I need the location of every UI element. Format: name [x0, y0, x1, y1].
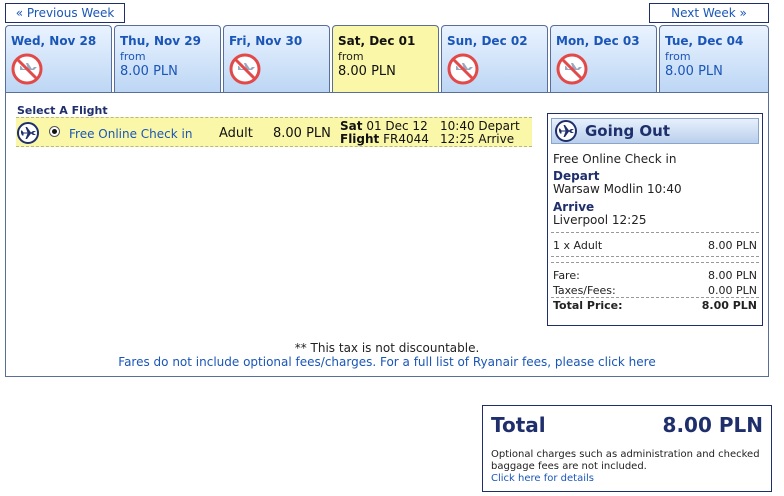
next-week-button[interactable]: Next Week »: [649, 3, 769, 23]
tax-note: ** This tax is not discountable.: [294, 341, 480, 355]
fare-price: 8.00 PLN: [273, 126, 331, 141]
ryanair-fees-link[interactable]: Fares do not include optional fees/charg…: [6, 355, 768, 369]
flight-option-row[interactable]: Free Online Check in Adult 8.00 PLN Sat …: [16, 117, 532, 147]
flight-number: Flight FR4044: [340, 133, 429, 146]
day-price: 8.00 PLN: [665, 64, 723, 79]
summary-depart-label: Depart: [553, 169, 600, 183]
day-from-label: from: [665, 50, 691, 63]
day-label: Wed, Nov 28: [11, 34, 97, 48]
flight-label: Flight: [340, 132, 380, 146]
no-flights-icon: [229, 53, 261, 85]
arrive-time-value: 12:25: [440, 132, 475, 146]
fare-name-link[interactable]: Free Online Check in: [69, 127, 192, 141]
summary-fare-row: Fare: 8.00 PLN: [553, 269, 757, 282]
day-tab-tue-dec-04[interactable]: Tue, Dec 04 from 8.00 PLN: [659, 25, 769, 93]
no-flights-icon: [447, 53, 479, 85]
day-price: 8.00 PLN: [338, 64, 396, 79]
divider: [551, 262, 759, 263]
day-tab-thu-nov-29[interactable]: Thu, Nov 29 from 8.00 PLN: [114, 25, 221, 93]
total-value: 8.00 PLN: [662, 413, 763, 437]
fare-value: 8.00 PLN: [708, 269, 757, 282]
passenger-type: Adult: [219, 126, 253, 141]
day-tab-mon-dec-03[interactable]: Mon, Dec 03: [550, 25, 657, 93]
fare-label: Fare:: [553, 269, 580, 282]
day-tab-sat-dec-01[interactable]: Sat, Dec 01 from 8.00 PLN: [332, 25, 439, 93]
summary-total-row: Total Price: 8.00 PLN: [553, 299, 757, 312]
day-from-label: from: [120, 50, 146, 63]
depart-time-value: 10:40: [440, 119, 475, 133]
day-from-label: from: [338, 50, 364, 63]
no-flights-icon: [556, 53, 588, 85]
flight-selection-panel: Select A Flight Free Online Check in Adu…: [5, 92, 769, 377]
summary-arrive-label: Arrive: [553, 200, 595, 214]
day-label: Sun, Dec 02: [447, 34, 528, 48]
total-box: Total 8.00 PLN Optional charges such as …: [482, 405, 772, 492]
total-label: Total: [491, 413, 546, 437]
day-tab-fri-nov-30[interactable]: Fri, Nov 30: [223, 25, 330, 93]
details-link[interactable]: Click here for details: [491, 473, 594, 484]
select-flight-heading: Select A Flight: [17, 104, 108, 117]
taxes-value: 0.00 PLN: [708, 284, 757, 297]
day-label: Fri, Nov 30: [229, 34, 303, 48]
fare-radio-button[interactable]: [49, 126, 60, 137]
divider: [551, 232, 759, 233]
previous-week-button[interactable]: « Previous Week: [5, 3, 125, 23]
day-tab-sun-dec-02[interactable]: Sun, Dec 02: [441, 25, 548, 93]
summary-passengers-row: 1 x Adult 8.00 PLN: [553, 239, 757, 252]
trip-summary-box: Going Out Free Online Check in Depart Wa…: [547, 113, 763, 326]
depart-word: Depart: [478, 119, 520, 133]
day-label: Sat, Dec 01: [338, 34, 416, 48]
taxes-label: Taxes/Fees:: [553, 284, 616, 297]
summary-title: Going Out: [585, 122, 670, 140]
summary-arrive-value: Liverpool 12:25: [553, 213, 647, 227]
divider: [551, 256, 759, 257]
day-label: Mon, Dec 03: [556, 34, 640, 48]
summary-header: Going Out: [551, 118, 759, 144]
arrive-time: 12:25 Arrive: [440, 133, 514, 146]
no-flights-icon: [11, 53, 43, 85]
day-label: Thu, Nov 29: [120, 34, 201, 48]
summary-depart-value: Warsaw Modlin 10:40: [553, 182, 682, 196]
day-price: 8.00 PLN: [120, 64, 178, 79]
flight-date-value: 01 Dec 12: [366, 119, 428, 133]
day-tab-wed-nov-28[interactable]: Wed, Nov 28: [5, 25, 112, 93]
plane-icon: [17, 122, 39, 144]
total-price-value: 8.00 PLN: [701, 299, 757, 312]
flight-day: Sat: [340, 119, 363, 133]
day-label: Tue, Dec 04: [665, 34, 744, 48]
passengers-label: 1 x Adult: [553, 239, 603, 252]
summary-taxes-row: Taxes/Fees: 0.00 PLN: [553, 284, 757, 297]
arrive-word: Arrive: [478, 132, 515, 146]
passengers-value: 8.00 PLN: [708, 239, 757, 252]
plane-icon: [555, 120, 577, 142]
summary-fare-name: Free Online Check in: [553, 152, 677, 166]
optional-charges-note: Optional charges such as administration …: [491, 449, 760, 472]
divider: [551, 297, 759, 298]
total-price-label: Total Price:: [553, 299, 623, 312]
flight-number-value: FR4044: [383, 132, 429, 146]
